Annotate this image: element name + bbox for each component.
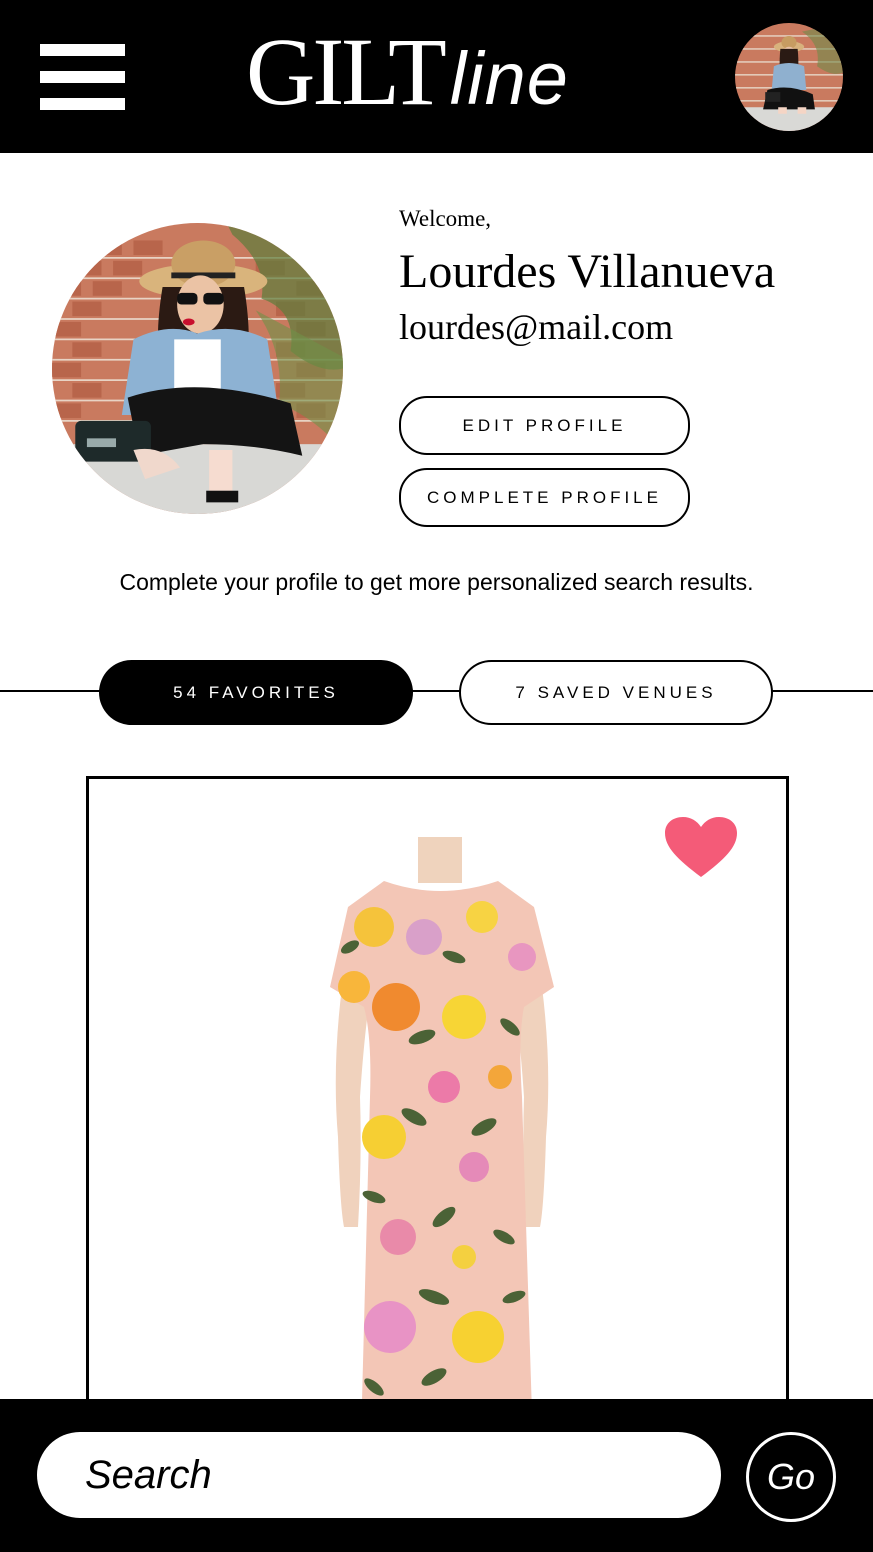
go-button[interactable]: Go [746, 1432, 836, 1522]
user-name: Lourdes Villanueva [399, 245, 776, 298]
heart-icon[interactable] [663, 815, 739, 881]
profile-photo [52, 223, 343, 514]
edit-profile-button[interactable]: EDIT PROFILE [399, 396, 690, 455]
tab-favorites[interactable]: 54 FAVORITES [99, 660, 413, 725]
welcome-text: Welcome, [399, 206, 492, 231]
complete-profile-button[interactable]: COMPLETE PROFILE [399, 468, 690, 527]
logo-sub-text: line [449, 37, 569, 120]
hamburger-menu-icon[interactable] [40, 44, 125, 110]
search-input[interactable] [37, 1432, 721, 1518]
user-email: lourdes@mail.com [399, 307, 674, 347]
app-header: GILTline [0, 0, 873, 153]
bottom-search-bar: Go [0, 1399, 873, 1552]
favorite-item-card[interactable] [86, 776, 789, 1482]
app-logo[interactable]: GILTline [246, 22, 569, 122]
tab-saved-venues[interactable]: 7 SAVED VENUES [459, 660, 773, 725]
product-image [314, 837, 569, 1477]
profile-hint-text: Complete your profile to get more person… [119, 569, 754, 595]
logo-main-text: GILT [246, 18, 447, 125]
header-avatar[interactable] [735, 23, 843, 131]
